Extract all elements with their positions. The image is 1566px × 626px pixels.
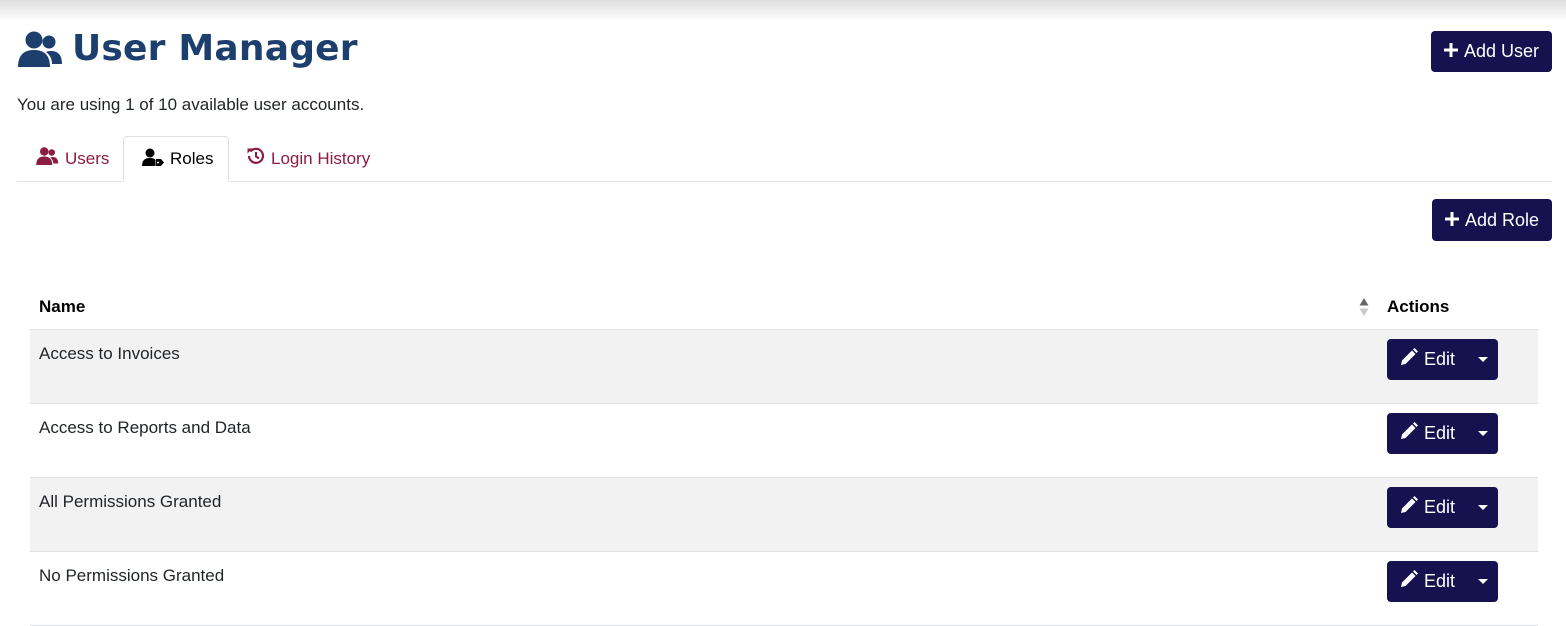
column-name-label: Name	[39, 297, 86, 316]
actions-dropdown-toggle[interactable]	[1468, 561, 1498, 602]
edit-button[interactable]: Edit	[1387, 487, 1468, 528]
page-title: User Manager	[72, 28, 358, 69]
caret-down-icon	[1478, 431, 1488, 436]
usage-text: You are using 1 of 10 available user acc…	[17, 95, 365, 114]
role-name: All Permissions Granted	[30, 477, 1387, 552]
caret-down-icon	[1478, 505, 1488, 510]
history-icon	[247, 147, 265, 170]
edit-split-button: Edit	[1387, 413, 1498, 454]
edit-label: Edit	[1423, 497, 1456, 517]
column-header-name[interactable]: Name	[30, 285, 1387, 330]
actions-cell: Edit	[1387, 329, 1538, 404]
pencil-icon	[1400, 496, 1418, 519]
add-user-button[interactable]: Add User	[1431, 31, 1552, 72]
edit-split-button: Edit	[1387, 339, 1498, 380]
edit-split-button: Edit	[1387, 487, 1498, 528]
add-role-button[interactable]: Add Role	[1432, 199, 1552, 241]
actions-dropdown-toggle[interactable]	[1468, 413, 1498, 454]
edit-label: Edit	[1423, 571, 1456, 591]
actions-cell: Edit	[1387, 551, 1538, 626]
edit-split-button: Edit	[1387, 561, 1498, 602]
tab-login-history[interactable]: Login History	[247, 136, 370, 181]
edit-label: Edit	[1423, 423, 1456, 443]
table-row: Access to Invoices Edit	[30, 329, 1538, 404]
add-role-label: Add Role	[1464, 209, 1540, 230]
table-row: All Permissions Granted Edit	[30, 477, 1538, 552]
edit-button[interactable]: Edit	[1387, 413, 1468, 454]
add-user-label: Add User	[1463, 41, 1540, 61]
tabs-bar: Users Roles Login History	[17, 136, 1552, 182]
tab-roles-label: Roles	[170, 149, 214, 168]
sort-icon[interactable]	[1359, 297, 1369, 322]
caret-down-icon	[1478, 357, 1488, 362]
role-name: Access to Reports and Data	[30, 403, 1387, 478]
edit-button[interactable]: Edit	[1387, 339, 1468, 380]
edit-button[interactable]: Edit	[1387, 561, 1468, 602]
users-icon	[35, 147, 59, 170]
top-shadow	[0, 0, 1566, 22]
pencil-icon	[1400, 422, 1418, 445]
pencil-icon	[1400, 570, 1418, 593]
page-header: User Manager	[17, 28, 358, 69]
actions-cell: Edit	[1387, 403, 1538, 478]
tab-login-history-label: Login History	[271, 148, 371, 168]
plus-icon	[1444, 210, 1459, 231]
roles-table: Name Actions Access to Invoices Edit Acc…	[30, 285, 1538, 626]
column-header-actions: Actions	[1387, 285, 1538, 330]
actions-cell: Edit	[1387, 477, 1538, 552]
user-tag-icon	[142, 148, 164, 171]
pencil-icon	[1400, 348, 1418, 371]
edit-label: Edit	[1423, 349, 1456, 369]
tab-users-label: Users	[65, 148, 110, 168]
actions-dropdown-toggle[interactable]	[1468, 487, 1498, 528]
table-row: No Permissions Granted Edit	[30, 551, 1538, 626]
tab-users[interactable]: Users	[35, 136, 109, 181]
plus-icon	[1443, 41, 1458, 62]
role-name: Access to Invoices	[30, 329, 1387, 404]
tab-roles[interactable]: Roles	[123, 136, 229, 182]
role-name: No Permissions Granted	[30, 551, 1387, 626]
table-row: Access to Reports and Data Edit	[30, 403, 1538, 478]
users-icon	[17, 31, 62, 67]
actions-dropdown-toggle[interactable]	[1468, 339, 1498, 380]
table-header-row: Name Actions	[30, 285, 1538, 330]
column-actions-label: Actions	[1387, 297, 1450, 316]
